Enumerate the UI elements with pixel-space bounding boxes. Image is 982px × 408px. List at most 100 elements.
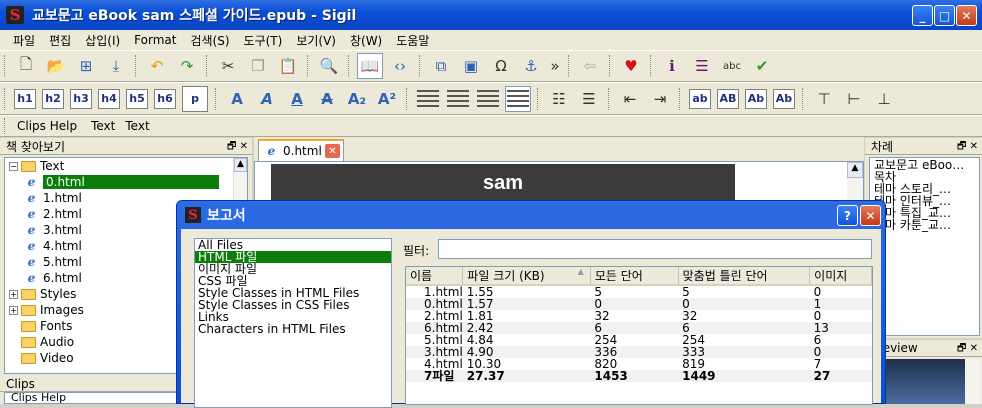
superscript-icon[interactable]: A² (374, 86, 400, 112)
italic-icon[interactable]: A (254, 86, 280, 112)
scroll-up-icon[interactable]: ▲ (847, 162, 863, 178)
back-arrow-icon[interactable]: ⇦ (577, 53, 603, 79)
menu-file[interactable]: 파일 (6, 32, 42, 49)
report-table: 이름 파일 크기 (KB) ▲ 모든 단어 맞춤법 틀린 단어 이미지 1.htm… (406, 267, 872, 382)
html-file-icon: e (27, 223, 36, 237)
menu-format[interactable]: Format (127, 33, 183, 47)
insert-link-icon[interactable]: ⊢ (841, 86, 867, 112)
report-dialog: S 보고서 ? ✕ All Files HTML 파일 이미지 파일 CSS 파… (176, 200, 886, 408)
strikethrough-icon[interactable]: A (314, 86, 340, 112)
redo-icon[interactable]: ↷ (174, 53, 200, 79)
anchor-icon[interactable]: ⚓ (518, 53, 544, 79)
new-file-icon[interactable]: 🗋 (13, 53, 39, 79)
align-center-icon[interactable] (447, 89, 469, 108)
col-misspelled[interactable]: 맞춤법 틀린 단어 (678, 267, 811, 286)
bold-icon[interactable]: A (224, 86, 250, 112)
report-category-list[interactable]: All Files HTML 파일 이미지 파일 CSS 파일 Style Cl… (194, 238, 392, 408)
heading-4-button[interactable]: h4 (98, 88, 120, 109)
col-size[interactable]: 파일 크기 (KB) ▲ (462, 267, 591, 286)
spellcheck-icon[interactable]: abc (719, 53, 745, 79)
menu-insert[interactable]: 삽입(I) (78, 32, 127, 49)
html-file-icon: e (27, 271, 36, 285)
add-file-icon[interactable]: ⊞ (73, 53, 99, 79)
split-icon[interactable]: ⧉ (428, 53, 454, 79)
subscript-icon[interactable]: A₂ (344, 86, 370, 112)
increase-indent-icon[interactable]: ⇥ (647, 86, 673, 112)
toc-icon[interactable]: ☰ (689, 53, 715, 79)
scroll-up-icon[interactable]: ▲ (234, 158, 247, 172)
heading-3-button[interactable]: h3 (70, 88, 92, 109)
tree-folder-text[interactable]: − Text (5, 158, 247, 174)
paste-icon[interactable]: 📋 (275, 53, 301, 79)
metadata-icon[interactable]: ℹ (659, 53, 685, 79)
html-file-icon: e (27, 255, 36, 269)
sigil-app-icon[interactable]: S (6, 6, 24, 24)
menu-bar: 파일 편집 삽입(I) Format 검색(S) 도구(T) 보기(V) 창(W… (0, 30, 982, 50)
minimize-button[interactable]: _ (912, 5, 933, 26)
save-icon[interactable]: ⤓ (103, 53, 129, 79)
col-name[interactable]: 이름 (406, 267, 464, 286)
table-total-row[interactable]: 7파일 27.37 1453 1449 27 (406, 370, 872, 382)
insert-image-icon[interactable]: ▣ (458, 53, 484, 79)
clip-text-button-2[interactable]: Text (125, 119, 149, 133)
decrease-indent-icon[interactable]: ⇤ (617, 86, 643, 112)
capitalize-button[interactable]: Ab (773, 88, 795, 109)
cut-icon[interactable]: ✂ (215, 53, 241, 79)
html-file-icon: e (267, 144, 276, 158)
insert-id-icon[interactable]: ⊤ (811, 86, 837, 112)
special-character-icon[interactable]: Ω (488, 53, 514, 79)
menu-window[interactable]: 창(W) (343, 32, 389, 49)
align-left-icon[interactable] (417, 89, 439, 108)
copy-icon[interactable]: ❐ (245, 53, 271, 79)
uppercase-button[interactable]: AB (717, 88, 739, 109)
main-toolbar: 🗋 📂 ⊞ ⤓ ↶ ↷ ✂ ❐ 📋 🔍 📖 ‹› ⧉ ▣ Ω ⚓ » ⇦ ♥ ℹ… (0, 50, 982, 82)
col-words[interactable]: 모든 단어 (590, 267, 679, 286)
preview-scrollbar[interactable] (965, 359, 981, 404)
report-close-button[interactable]: ✕ (860, 205, 881, 226)
heading-2-button[interactable]: h2 (42, 88, 64, 109)
dock-float-close-icon[interactable]: 🗗 ✕ (957, 139, 978, 156)
dock-float-close-icon[interactable]: 🗗 ✕ (957, 341, 978, 358)
heading-5-button[interactable]: h5 (126, 88, 148, 109)
underline-icon[interactable]: A (284, 86, 310, 112)
category-item[interactable]: Characters in HTML Files (195, 323, 391, 335)
menu-help[interactable]: 도움말 (389, 32, 436, 49)
menu-view[interactable]: 보기(V) (289, 32, 343, 49)
menu-edit[interactable]: 편집 (42, 32, 78, 49)
clips-help-button[interactable]: Clips Help (17, 119, 77, 133)
col-images[interactable]: 이미지 (809, 267, 872, 286)
menu-tools[interactable]: 도구(T) (237, 32, 290, 49)
align-right-icon[interactable] (477, 89, 499, 108)
overflow-chevron-icon[interactable]: » (548, 53, 562, 79)
clips-toolbar: Clips Help Text Text (0, 115, 982, 137)
justify-icon[interactable] (505, 85, 531, 112)
numbered-list-icon[interactable]: ☰ (576, 86, 602, 112)
tab-close-icon[interactable]: ✕ (325, 144, 340, 158)
close-button[interactable]: ✕ (956, 5, 977, 26)
donate-heart-icon[interactable]: ♥ (618, 53, 644, 79)
book-view-icon[interactable]: 📖 (357, 53, 383, 79)
tree-file-0[interactable]: e 0.html (5, 174, 247, 190)
validate-check-icon[interactable]: ✔ (749, 53, 775, 79)
titlecase-button[interactable]: Ab (745, 88, 767, 109)
maximize-button[interactable]: □ (934, 5, 955, 26)
dock-float-close-icon[interactable]: 🗗 ✕ (227, 139, 248, 156)
code-view-icon[interactable]: ‹› (387, 53, 413, 79)
report-table-frame[interactable]: 이름 파일 크기 (KB) ▲ 모든 단어 맞춤법 틀린 단어 이미지 1.htm… (405, 266, 873, 405)
heading-1-button[interactable]: h1 (14, 88, 36, 109)
split-chapter-icon[interactable]: ⊥ (871, 86, 897, 112)
editor-tab[interactable]: e 0.html ✕ (258, 139, 344, 161)
help-button[interactable]: ? (837, 205, 858, 226)
open-folder-icon[interactable]: 📂 (43, 53, 69, 79)
filter-input[interactable] (438, 239, 872, 259)
lowercase-button[interactable]: ab (689, 88, 711, 109)
menu-search[interactable]: 검색(S) (183, 32, 236, 49)
find-icon[interactable]: 🔍 (316, 53, 342, 79)
html-file-icon: e (27, 207, 36, 221)
bullet-list-icon[interactable]: ☷ (546, 86, 572, 112)
toc-item[interactable]: 테마 카툰_교… (874, 218, 979, 232)
undo-icon[interactable]: ↶ (144, 53, 170, 79)
clip-text-button-1[interactable]: Text (91, 119, 115, 133)
heading-6-button[interactable]: h6 (154, 88, 176, 109)
paragraph-button[interactable]: p (182, 85, 208, 112)
